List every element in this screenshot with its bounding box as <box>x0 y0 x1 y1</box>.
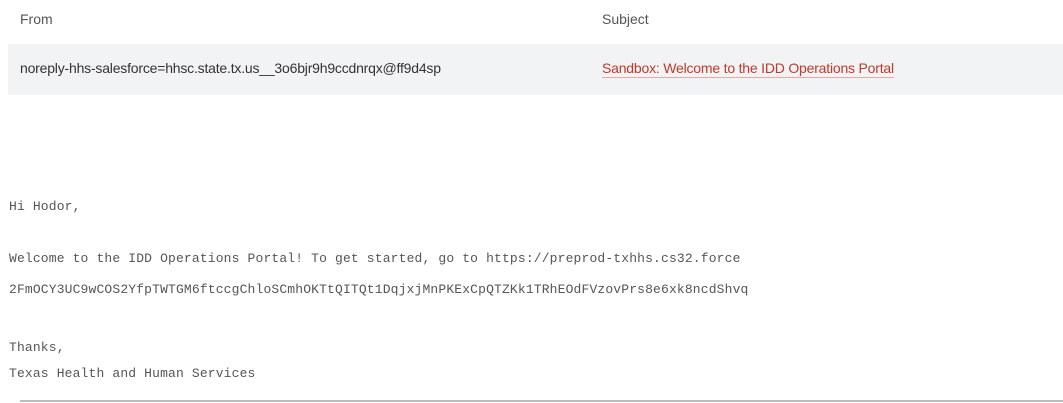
closing-text: Thanks, <box>9 340 65 355</box>
divider <box>20 400 1063 402</box>
welcome-text[interactable]: Welcome to the IDD Operations Portal! To… <box>9 251 741 266</box>
signature-text: Texas Health and Human Services <box>9 366 256 381</box>
link-continuation-text[interactable]: 2FmOCY3UC9wCOS2YfpTWTGM6ftccgChloSCmhOKT… <box>9 282 748 297</box>
greeting-text: Hi Hodor, <box>9 199 81 214</box>
message-body: Hi Hodor, Welcome to the IDD Operations … <box>9 0 1063 403</box>
